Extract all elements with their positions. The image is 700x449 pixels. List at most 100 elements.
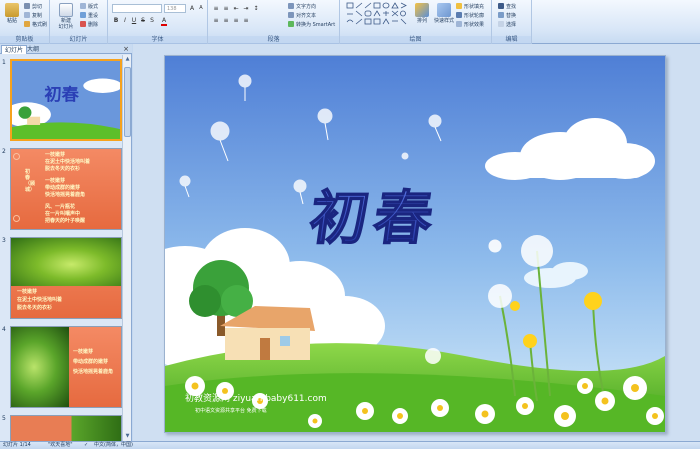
drawing-group: 排列 快速样式 形状填充 形状轮廓 形状效果 绘图 [340,0,492,44]
slide-thumbnail-item[interactable]: 3 一枝嫩芽 在泥土中快活地叫着 脱去冬天的衣衫 [0,237,122,323]
numbering-button[interactable]: ≡ [222,4,230,12]
align-left-button[interactable]: ≡ [212,16,220,24]
text-direction-button[interactable]: 文字方向 [288,3,316,11]
layout-button[interactable]: 版式 [80,3,98,11]
slides-group: 新建 幻灯片 版式 重设 删除 幻灯片 [50,0,108,44]
slide-2-line: 把春天的叶子唤醒 [45,218,86,224]
align-right-button[interactable]: ≡ [232,16,240,24]
slide-4-line: 快活地摇晃着鹿角 [73,369,114,375]
slide-4-line: 带动成群的嫩芽 [73,359,109,365]
find-button[interactable]: 查找 [498,3,516,11]
spellcheck-icon[interactable]: ✓ [84,442,88,449]
format-painter-button[interactable]: 格式刷 [24,21,47,29]
drawing-group-label: 绘图 [340,36,491,44]
select-button[interactable]: 选择 [498,21,516,29]
slide-3-line: 在泥土中快活地叫着 [17,297,63,303]
grow-font-button[interactable]: A [188,4,196,12]
font-color-button[interactable]: A [160,16,168,26]
paragraph-group-label: 段落 [208,36,339,44]
shape-fill-button[interactable]: 形状填充 [456,3,484,11]
brush-icon [24,21,30,27]
smartart-button[interactable]: 转换为 SmartArt [288,21,335,29]
bold-button[interactable]: B [112,16,120,24]
copy-button[interactable]: 复制 [24,12,42,20]
leaves-photo [11,327,69,407]
increase-indent-button[interactable]: ⇥ [242,4,250,12]
slide-thumbnail-item[interactable]: 4 一枝嫩芽 带动成群的嫩芽 快活地摇晃着鹿角 [0,326,122,412]
italic-button[interactable]: I [121,16,129,24]
quick-styles-icon [437,3,451,17]
binoculars-icon [498,3,504,9]
shape-outline-button[interactable]: 形状轮廓 [456,12,484,20]
slide-2-line: 一枝嫩芽 [45,152,66,158]
arrange-button[interactable]: 排列 [412,2,432,34]
align-center-button[interactable]: ≡ [222,16,230,24]
ribbon: 粘贴 剪切 复制 格式刷 剪贴板 新建 幻灯片 版式 重设 删除 幻灯片 138… [0,0,700,44]
close-icon[interactable]: × [122,45,130,53]
slide-thumbnail[interactable]: 初春 [10,59,122,141]
slide-thumbnail-item[interactable]: 5 [0,415,122,441]
slide-2-line: 脱去冬天的衣衫 [45,166,81,172]
slide-title[interactable]: 初春 [305,183,444,253]
scrollbar-thumb[interactable] [124,67,131,137]
shapes-gallery[interactable] [346,2,408,32]
justify-button[interactable]: ≡ [242,16,250,24]
slide-3-line: 脱去冬天的衣衫 [17,305,53,311]
reset-button[interactable]: 重设 [80,12,98,20]
shrink-font-button[interactable]: A [197,4,205,12]
panel-scrollbar[interactable]: ▲ ▼ [122,55,131,441]
font-group: 138 A A B I U S S A 字体 [108,0,208,44]
watermark-line-2: 初中语文资源共享平台 免费下载 [195,407,267,414]
decrease-indent-button[interactable]: ⇤ [232,4,240,12]
layout-icon [80,3,86,9]
new-slide-button[interactable]: 新建 幻灯片 [56,2,76,34]
paste-button[interactable]: 粘贴 [2,2,22,34]
slide-thumbnail[interactable]: 一枝嫩芽 在泥土中快活地叫着 脱去冬天的衣衫 [10,237,122,319]
slides-group-label: 幻灯片 [50,36,107,44]
quick-styles-button[interactable]: 快速样式 [434,2,454,34]
slide-thumbnail-item[interactable]: 1 初春 [0,59,122,145]
scroll-down-icon[interactable]: ▼ [123,432,132,441]
delete-button[interactable]: 删除 [80,21,98,29]
shadow-button[interactable]: S [148,16,156,24]
copy-icon [24,12,30,18]
slide-thumbnail[interactable]: 一枝嫩芽 带动成群的嫩芽 快活地摇晃着鹿角 [10,326,122,408]
cursor-icon [498,21,504,27]
watermark-line-1: 初教资源网 ziyuan.baby611.com [185,392,327,404]
slide-2-line: 一枝嫩芽 [45,178,66,184]
editing-group: 查找 替换 选择 编辑 [492,0,532,44]
status-bar: 幻灯片 1/14 "欢天喜地" ✓ 中文(简体，中国) [0,441,700,449]
slide-1-preview-title: 初春 [44,85,79,105]
slide-thumbnail-list: 1 初春 2 初春（顾城） 一枝嫩芽 在泥土中快活地叫着 脱去冬天的衣衫 一枝嫩… [0,55,122,441]
scroll-up-icon[interactable]: ▲ [123,55,132,64]
slide-editor: 初春 初教资源网 ziyuan.baby611.com 初中语文资源共享平台 免… [133,44,700,441]
current-slide[interactable]: 初春 初教资源网 ziyuan.baby611.com 初中语文资源共享平台 免… [164,55,666,433]
font-size-box[interactable]: 138 [164,4,186,13]
slide-4-line: 一枝嫩芽 [73,349,94,355]
clipboard-group-label: 剪贴板 [0,36,49,44]
underline-button[interactable]: U [130,16,138,24]
cut-button[interactable]: 剪切 [24,3,42,11]
slide-number: 5 [2,415,6,422]
slide-thumbnail[interactable] [10,415,122,441]
language-indicator[interactable]: 中文(简体，中国) [94,442,133,449]
line-spacing-button[interactable]: ↕ [252,4,260,12]
slide-2-side-title: 初春（顾城） [25,169,36,193]
font-name-box[interactable] [112,4,162,13]
paragraph-group: ≡ ≡ ⇤ ⇥ ↕ ≡ ≡ ≡ ≡ 文字方向 对齐文本 转换为 SmartArt… [208,0,340,44]
slide-thumbnail-item[interactable]: 2 初春（顾城） 一枝嫩芽 在泥土中快活地叫着 脱去冬天的衣衫 一枝嫩芽 带动成… [0,148,122,234]
scissors-icon [24,3,30,9]
bullets-button[interactable]: ≡ [212,4,220,12]
replace-button[interactable]: 替换 [498,12,516,20]
reset-icon [80,12,86,18]
shape-effects-button[interactable]: 形状效果 [456,21,484,29]
slide-2-line: 在泥土中快活地叫着 [45,159,91,165]
effects-icon [456,21,462,27]
font-color-icon: A [161,17,167,26]
theme-name: "欢天喜地" [48,442,73,448]
align-text-button[interactable]: 对齐文本 [288,12,316,20]
strikethrough-button[interactable]: S [139,16,147,24]
slide-thumbnail[interactable]: 初春（顾城） 一枝嫩芽 在泥土中快活地叫着 脱去冬天的衣衫 一枝嫩芽 带动成群的… [10,148,122,230]
fill-bucket-icon [456,3,462,9]
tab-outline[interactable]: 大纲 [24,45,42,54]
